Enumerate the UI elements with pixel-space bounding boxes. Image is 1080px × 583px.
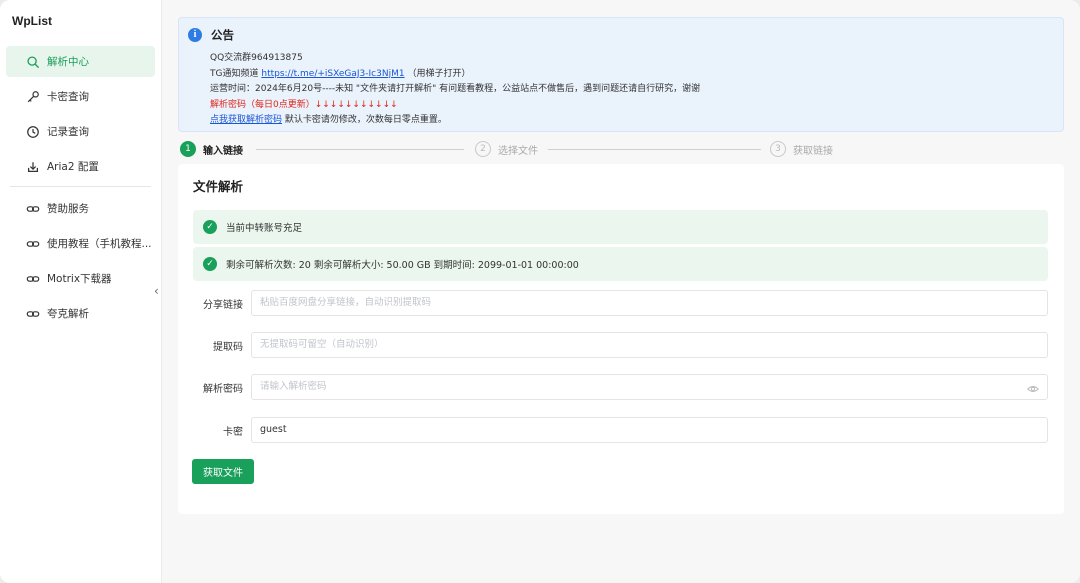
sidebar-item-tutorial[interactable]: 使用教程（手机教程... xyxy=(6,228,155,259)
main-content: i 公告 QQ交流群964913875 TG通知频道 https://t.me/… xyxy=(178,0,1064,583)
step-label: 获取链接 xyxy=(793,145,833,157)
step-label: 选择文件 xyxy=(498,145,538,157)
link-icon xyxy=(26,272,40,286)
sidebar-collapse-button[interactable]: ‹ xyxy=(154,284,166,298)
download-icon xyxy=(26,160,40,174)
alert-text: 剩余可解析次数: 20 剩余可解析大小: 50.00 GB 到期时间: 2099… xyxy=(226,260,579,271)
share-link-label: 分享链接 xyxy=(203,300,243,311)
sidebar-item-label: Aria2 配置 xyxy=(47,161,99,173)
status-alert-account: ✓ 当前中转账号充足 xyxy=(193,210,1048,244)
check-circle-icon: ✓ xyxy=(203,257,217,271)
sidebar-item-quark-parse[interactable]: 夸克解析 xyxy=(6,298,155,329)
sidebar-item-label: 赞助服务 xyxy=(47,203,89,215)
notice-password-row: 点我获取解析密码 默认卡密请勿修改，次数每日零点重置。 xyxy=(210,113,700,129)
sidebar-item-aria2-config[interactable]: Aria2 配置 xyxy=(6,151,155,182)
clock-icon xyxy=(26,125,40,139)
notice-default-card-hint: 默认卡密请勿修改，次数每日零点重置。 xyxy=(282,115,447,126)
parse-password-row: 解析密码 请输入解析密码 xyxy=(193,374,1048,400)
eye-icon[interactable] xyxy=(1027,381,1039,393)
step-get-link: 3 获取链接 xyxy=(770,141,833,157)
share-link-input[interactable]: 粘贴百度网盘分享链接，自动识别提取码 xyxy=(251,290,1048,316)
key-icon xyxy=(26,90,40,104)
sidebar-divider xyxy=(10,186,151,187)
step-number: 3 xyxy=(770,141,786,157)
notice-body: QQ交流群964913875 TG通知频道 https://t.me/+iSXe… xyxy=(210,51,700,129)
sidebar-item-card-query[interactable]: 卡密查询 xyxy=(6,81,155,112)
get-files-button[interactable]: 获取文件 xyxy=(192,459,254,484)
parse-form-card: 文件解析 ✓ 当前中转账号充足 ✓ 剩余可解析次数: 20 剩余可解析大小: 5… xyxy=(178,164,1064,514)
link-icon xyxy=(26,307,40,321)
status-alert-quota: ✓ 剩余可解析次数: 20 剩余可解析大小: 50.00 GB 到期时间: 20… xyxy=(193,247,1048,281)
sidebar-item-label: 记录查询 xyxy=(47,126,89,138)
step-input-link: 1 输入链接 xyxy=(180,141,243,157)
app-window: WpList 解析中心 卡密查询 记录查询 Aria2 配置 赞助服务 使用教程… xyxy=(0,0,1080,583)
card-key-label: 卡密 xyxy=(223,427,243,438)
sidebar-item-record-query[interactable]: 记录查询 xyxy=(6,116,155,147)
notice-tg-suffix: （用梯子打开） xyxy=(407,68,471,79)
sidebar-item-parse-center[interactable]: 解析中心 xyxy=(6,46,155,77)
notice-panel: i 公告 QQ交流群964913875 TG通知频道 https://t.me/… xyxy=(178,17,1064,132)
parse-password-input[interactable]: 请输入解析密码 xyxy=(251,374,1048,400)
sidebar-item-label: 夸克解析 xyxy=(47,308,89,320)
sidebar-item-label: 卡密查询 xyxy=(47,91,89,103)
parse-password-placeholder: 请输入解析密码 xyxy=(260,381,327,392)
step-select-file: 2 选择文件 xyxy=(475,141,538,157)
sidebar-item-label: 解析中心 xyxy=(47,56,89,68)
card-key-row: 卡密 guest xyxy=(193,417,1048,443)
notice-qq-group: QQ交流群964913875 xyxy=(210,53,303,63)
sidebar-menu: 解析中心 卡密查询 记录查询 Aria2 配置 赞助服务 使用教程（手机教程..… xyxy=(6,46,155,333)
notice-title: 公告 xyxy=(211,28,234,42)
brand-logo: WpList xyxy=(12,14,52,28)
notice-tg-prefix: TG通知频道 xyxy=(210,68,259,79)
link-icon xyxy=(26,237,40,251)
step-number: 1 xyxy=(180,141,196,157)
notice-password-update: 解析密码（每日0点更新）↓↓↓↓↓↓↓↓↓↓↓ xyxy=(210,99,398,110)
sidebar-item-sponsor[interactable]: 赞助服务 xyxy=(6,193,155,224)
step-number: 2 xyxy=(475,141,491,157)
notice-operation-time: 运营时间：2024年6月20号----未知 "文件夹请打开解析" 有问题看教程，… xyxy=(210,84,701,95)
share-link-row: 分享链接 粘贴百度网盘分享链接，自动识别提取码 xyxy=(193,290,1048,316)
extract-code-label: 提取码 xyxy=(213,342,243,353)
form-title: 文件解析 xyxy=(193,179,244,194)
sidebar-item-motrix[interactable]: Motrix下载器 xyxy=(6,263,155,294)
link-icon xyxy=(26,202,40,216)
tg-channel-link[interactable]: https://t.me/+iSXeGaJ3-Ic3NjM1 xyxy=(261,69,404,79)
card-key-input[interactable]: guest xyxy=(251,417,1048,443)
extract-code-row: 提取码 无提取码可留空（自动识别） xyxy=(193,332,1048,358)
search-icon xyxy=(26,55,40,69)
sidebar-item-label: Motrix下载器 xyxy=(47,273,112,285)
alert-text: 当前中转账号充足 xyxy=(226,223,303,234)
sidebar-item-label: 使用教程（手机教程... xyxy=(47,238,152,250)
stepper: 1 输入链接 2 选择文件 3 获取链接 xyxy=(178,141,1064,159)
extract-code-input[interactable]: 无提取码可留空（自动识别） xyxy=(251,332,1048,358)
sidebar: WpList 解析中心 卡密查询 记录查询 Aria2 配置 赞助服务 使用教程… xyxy=(0,0,162,583)
get-password-link[interactable]: 点我获取解析密码 xyxy=(210,115,282,125)
info-icon: i xyxy=(188,28,202,42)
check-circle-icon: ✓ xyxy=(203,220,217,234)
step-label: 输入链接 xyxy=(203,145,243,157)
step-connector xyxy=(256,149,464,150)
step-connector xyxy=(548,149,761,150)
parse-password-label: 解析密码 xyxy=(203,384,243,395)
notice-tg-channel: TG通知频道 https://t.me/+iSXeGaJ3-Ic3NjM1 （用… xyxy=(210,67,700,83)
